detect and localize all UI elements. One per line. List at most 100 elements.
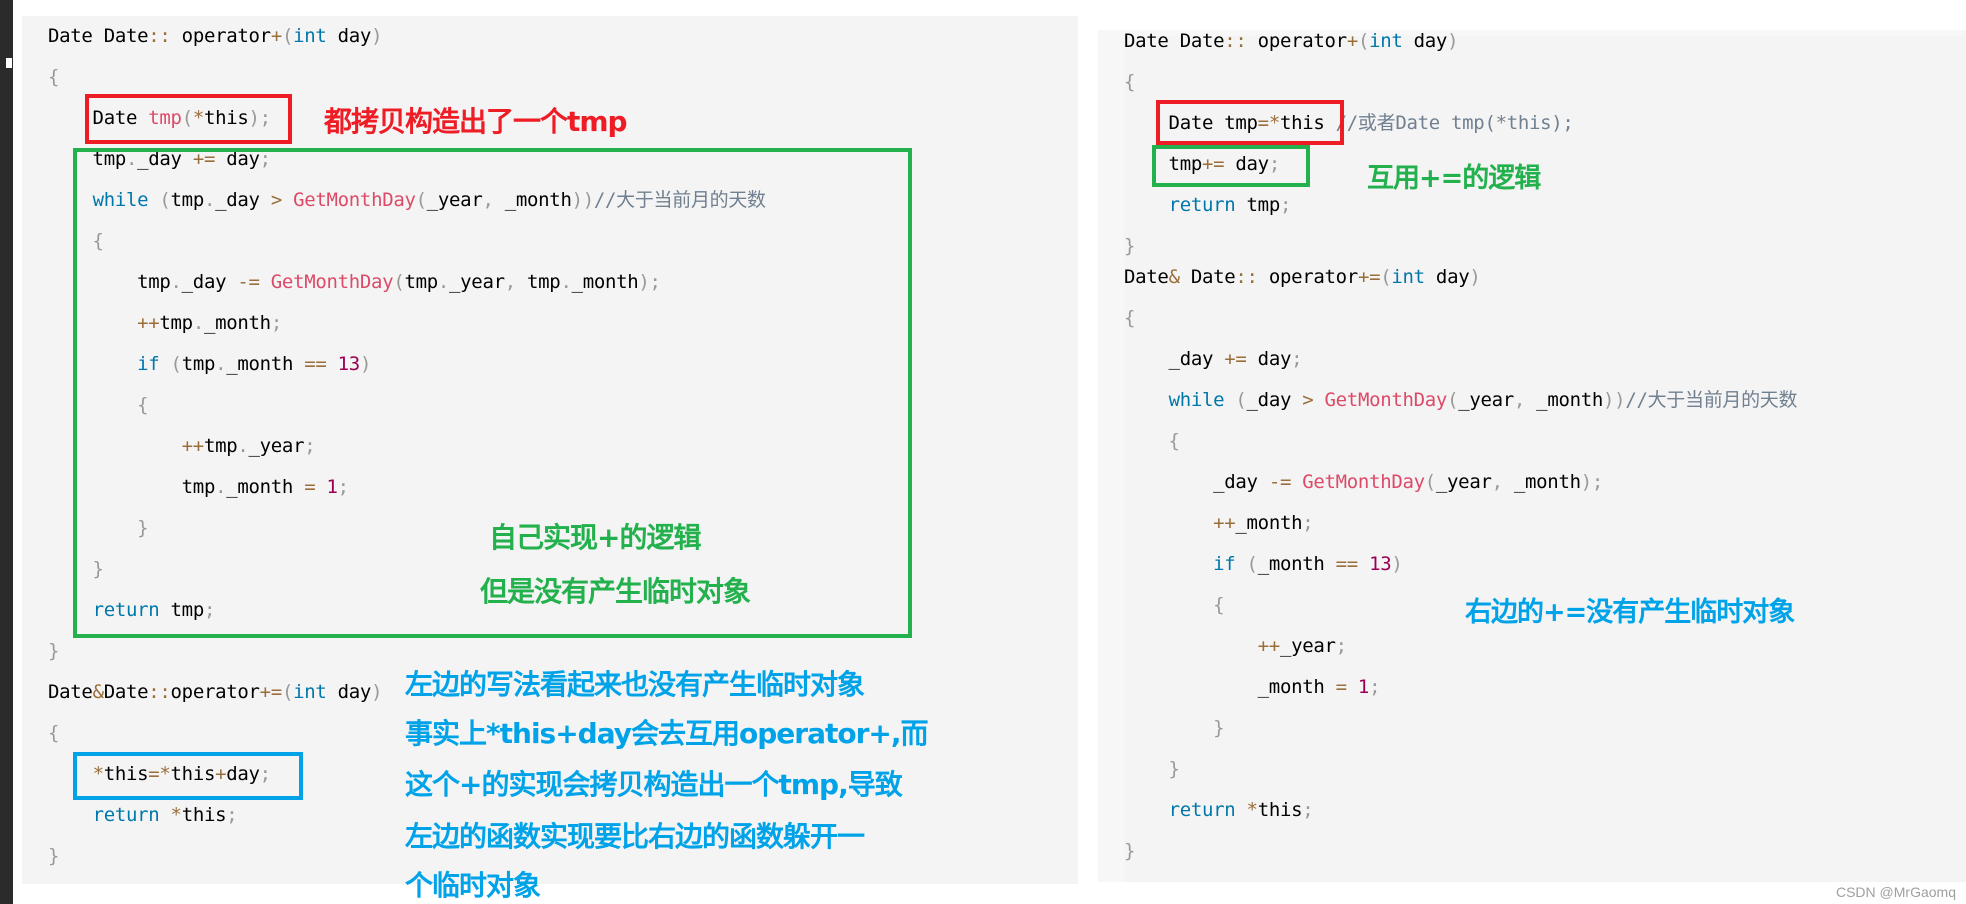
code-token: 1	[1357, 676, 1370, 698]
editor-edge-strip	[0, 0, 13, 904]
code-token: ;	[1302, 799, 1314, 821]
code-line: return *this;	[1124, 790, 1314, 831]
code-token: this	[181, 804, 227, 826]
code-line: ++_month;	[1124, 503, 1314, 544]
code-token: Date	[1124, 266, 1169, 288]
code-line: _day -= GetMonthDay(_year, _month);	[1124, 462, 1603, 503]
code-token: {	[1124, 307, 1136, 329]
code-token: 13	[1369, 553, 1392, 575]
code-token: )	[1469, 266, 1481, 288]
code-token: int	[293, 681, 327, 703]
code-line: {	[1124, 298, 1135, 339]
left-blue-annotation-line-2: 事实上*this+day会去互用operator+,而	[405, 717, 929, 750]
code-token: _month	[1235, 512, 1303, 534]
code-token: operator	[170, 25, 271, 47]
left-blue-annotation-line-3: 这个+的实现会拷贝构造出一个tmp,导致	[405, 768, 903, 801]
code-token: _month	[1502, 471, 1581, 493]
code-token: +	[1346, 30, 1358, 52]
code-line: }	[48, 631, 59, 672]
code-token: &	[92, 681, 104, 703]
code-token: +	[270, 25, 282, 47]
code-token: _month	[1124, 676, 1336, 698]
code-line: return tmp;	[1124, 185, 1292, 226]
code-token: ;	[1302, 512, 1314, 534]
code-token: ::	[148, 25, 171, 47]
code-token: (	[281, 681, 294, 703]
code-token: ::	[148, 681, 171, 703]
code-token: }	[48, 640, 60, 662]
code-line: _month = 1;	[1124, 667, 1381, 708]
code-token: day	[326, 25, 372, 47]
code-line: Date Date:: operator+(int day)	[48, 16, 383, 57]
code-token: day	[326, 681, 372, 703]
code-line: return *this;	[48, 795, 238, 836]
code-token: (	[1357, 30, 1370, 52]
code-line: while (_day > GetMonthDay(_year, _month)…	[1124, 380, 1798, 421]
code-token: //大于当前月的天数	[1625, 389, 1798, 411]
code-token: {	[1124, 594, 1225, 616]
code-line: {	[1124, 585, 1224, 626]
code-token: (	[1447, 389, 1459, 411]
code-token: =	[1335, 676, 1347, 698]
code-token: (	[281, 25, 294, 47]
code-line: {	[48, 713, 59, 754]
code-token: *	[170, 804, 182, 826]
code-token: int	[293, 25, 327, 47]
code-line: Date Date:: operator+(int day)	[1124, 21, 1459, 62]
code-token: Date Date	[48, 25, 149, 47]
code-line: if (_month == 13)	[1124, 544, 1403, 585]
code-token: _month	[1525, 389, 1604, 411]
right-green-highlight-box	[1152, 145, 1310, 187]
code-line: Date&Date::operator+=(int day)	[48, 672, 383, 713]
code-line: }	[1124, 749, 1180, 790]
code-token: _day	[1124, 471, 1269, 493]
code-token: _day	[1246, 389, 1303, 411]
code-token: Date	[1179, 266, 1236, 288]
code-token: {	[1124, 430, 1180, 452]
code-token: tmp	[1235, 194, 1281, 216]
code-token: _year	[1458, 389, 1514, 411]
code-token: _day	[1124, 348, 1225, 370]
watermark: CSDN @MrGaomq	[1835, 884, 1956, 900]
right-blue-annotation: 右边的+=没有产生临时对象	[1465, 597, 1795, 628]
code-line: ++_year;	[1124, 626, 1347, 667]
code-token: if	[1213, 553, 1236, 575]
code-token: }	[1124, 758, 1180, 780]
code-token: }	[1124, 235, 1136, 257]
left-green-annotation-line-2: 但是没有产生临时对象	[480, 575, 751, 608]
code-token: //或者Date tmp(*this);	[1324, 112, 1574, 134]
code-token: );	[1580, 471, 1604, 493]
code-token: int	[1391, 266, 1425, 288]
code-token: }	[1124, 717, 1225, 739]
left-blue-highlight-box	[73, 752, 303, 800]
code-token: -=	[1268, 471, 1292, 493]
code-token: Date	[103, 681, 149, 703]
code-token: *	[1246, 799, 1258, 821]
code-line: {	[1124, 62, 1135, 103]
code-token: (	[1246, 553, 1258, 575]
code-token: ::	[1224, 30, 1247, 52]
code-token: )	[371, 681, 383, 703]
code-line: }	[1124, 831, 1135, 872]
right-red-highlight-box	[1156, 100, 1344, 145]
code-token: ))	[1603, 389, 1626, 411]
code-token: &	[1168, 266, 1180, 288]
right-green-annotation: 互用+=的逻辑	[1367, 163, 1541, 194]
code-token: GetMonthDay	[1324, 389, 1448, 411]
cursor-mark	[6, 58, 12, 68]
left-green-highlight-box	[73, 148, 912, 638]
code-token: ::	[1235, 266, 1258, 288]
code-token: this	[1257, 799, 1303, 821]
code-token: GetMonthDay	[1302, 471, 1425, 493]
